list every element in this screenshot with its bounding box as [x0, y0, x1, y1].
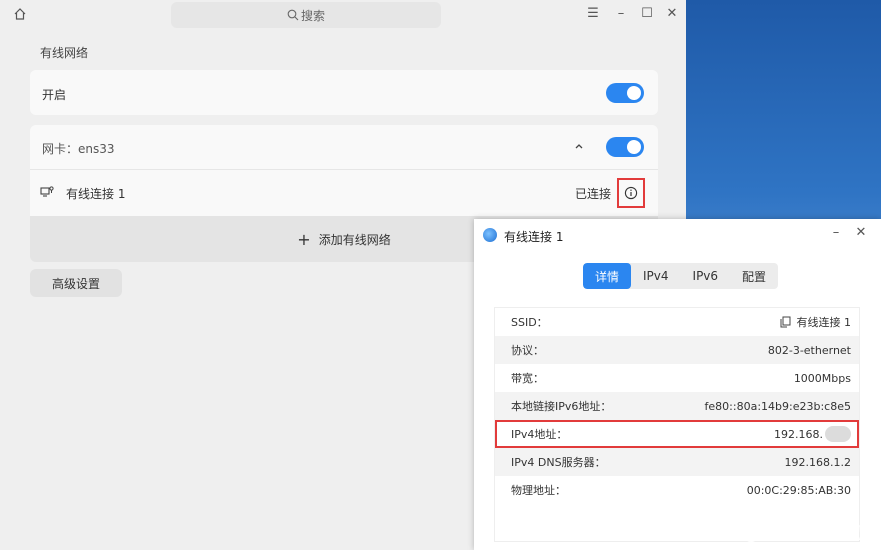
detail-value: 192.168.	[774, 427, 823, 441]
detail-row-mac-address: 物理地址： 00:0C:29:85:AB:30	[495, 476, 859, 504]
network-globe-icon	[483, 228, 497, 242]
detail-value: 192.168.1.2	[784, 455, 851, 469]
adapter-card: 网卡：ens33 有线连接 1 已连接	[30, 125, 658, 216]
dialog-close-button[interactable]: ✕	[853, 225, 869, 241]
detail-key: SSID：	[511, 316, 548, 329]
tab-ipv6[interactable]: IPv6	[681, 263, 731, 289]
detail-key: 协议：	[511, 344, 544, 357]
dialog-title: 有线连接 1	[504, 230, 564, 244]
adapter-toggle[interactable]	[606, 137, 644, 157]
enable-row: 开启	[30, 70, 658, 115]
detail-row-bandwidth: 带宽： 1000Mbps	[495, 364, 859, 392]
detail-key: IPv4地址：	[511, 428, 568, 441]
detail-key: 本地链接IPv6地址：	[511, 400, 612, 413]
tab-ipv4[interactable]: IPv4	[631, 263, 681, 289]
enable-label: 开启	[42, 88, 67, 102]
watermark: CSDN @瓜是西瓜的瓜	[686, 524, 865, 544]
detail-key: IPv4 DNS服务器：	[511, 456, 606, 469]
enable-toggle[interactable]	[606, 83, 644, 103]
connection-details-dialog: 有线连接 1 – ✕ 详情 IPv4 IPv6 配置 SSID： 有线连接 1 …	[474, 219, 881, 550]
detail-key: 物理地址：	[511, 484, 566, 497]
divider	[30, 169, 658, 170]
search-icon	[287, 9, 299, 21]
search-placeholder: 搜索	[300, 8, 325, 23]
advanced-settings-button[interactable]: 高级设置	[30, 269, 122, 297]
close-button[interactable]: ✕	[663, 5, 681, 23]
detail-row-ipv4-address: IPv4地址： 192.168.	[495, 420, 859, 448]
maximize-button[interactable]: ☐	[638, 5, 656, 23]
home-icon[interactable]	[12, 6, 28, 22]
detail-row-protocol: 协议： 802-3-ethernet	[495, 336, 859, 364]
detail-key: 带宽：	[511, 372, 544, 385]
section-title: 有线网络	[40, 46, 89, 60]
tab-details[interactable]: 详情	[583, 263, 632, 289]
detail-value: 00:0C:29:85:AB:30	[746, 483, 851, 497]
adapter-label: 网卡：ens33	[42, 142, 115, 156]
dialog-tabs: 详情 IPv4 IPv6 配置	[583, 263, 779, 289]
menu-button[interactable]: ☰	[584, 5, 602, 23]
connection-info-button[interactable]	[617, 178, 645, 208]
detail-row-ipv4-dns: IPv4 DNS服务器： 192.168.1.2	[495, 448, 859, 476]
titlebar: 搜索 ☰ – ☐ ✕	[0, 0, 686, 28]
detail-value: 有线连接 1	[796, 316, 852, 329]
info-icon	[624, 186, 638, 200]
wired-connection-icon	[40, 185, 54, 199]
plus-icon: +	[297, 229, 311, 249]
detail-value: 1000Mbps	[793, 371, 851, 385]
add-label: 添加有线网络	[318, 232, 391, 247]
search-input[interactable]: 搜索	[171, 2, 441, 28]
detail-value: fe80::80a:14b9:e23b:c8e5	[704, 399, 851, 413]
chevron-up-icon[interactable]	[572, 139, 586, 153]
copy-icon[interactable]	[780, 316, 791, 328]
redaction-blur	[825, 426, 851, 442]
detail-value: 802-3-ethernet	[767, 343, 851, 357]
detail-list: SSID： 有线连接 1 协议： 802-3-ethernet 带宽： 1000…	[494, 307, 860, 542]
connection-status: 已连接	[575, 187, 612, 201]
detail-row-ipv6-link-local: 本地链接IPv6地址： fe80::80a:14b9:e23b:c8e5	[495, 392, 859, 420]
tab-config[interactable]: 配置	[730, 263, 778, 289]
detail-row-ssid: SSID： 有线连接 1	[495, 308, 859, 336]
dialog-minimize-button[interactable]: –	[828, 225, 844, 241]
connection-name: 有线连接 1	[66, 187, 126, 201]
minimize-button[interactable]: –	[612, 5, 630, 23]
